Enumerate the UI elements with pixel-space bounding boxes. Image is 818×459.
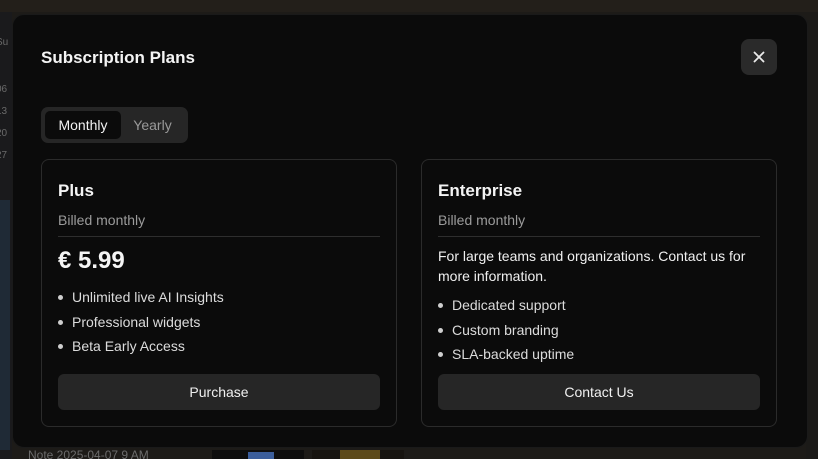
- bullet-icon: [438, 352, 443, 357]
- feature-list: Dedicated support Custom branding SLA-ba…: [438, 295, 574, 369]
- feature-item: Unlimited live AI Insights: [58, 287, 224, 312]
- feature-item: SLA-backed uptime: [438, 344, 574, 369]
- background-date: 20: [0, 128, 8, 139]
- close-button[interactable]: [741, 39, 777, 75]
- background-note-title: Note 2025-04-07 9 AM: [28, 448, 149, 459]
- bullet-icon: [58, 295, 63, 300]
- plan-billing-period: Billed monthly: [438, 212, 526, 228]
- feature-text: Custom branding: [452, 321, 559, 338]
- feature-item: Dedicated support: [438, 295, 574, 320]
- plan-card-enterprise: Enterprise Billed monthly For large team…: [421, 159, 777, 427]
- subscription-plans-modal: Subscription Plans Monthly Yearly Plus B…: [12, 14, 808, 448]
- feature-item: Beta Early Access: [58, 336, 224, 361]
- divider: [438, 236, 760, 237]
- toggle-yearly[interactable]: Yearly: [121, 111, 184, 139]
- background-date: 13: [0, 106, 8, 117]
- feature-text: Professional widgets: [72, 313, 201, 330]
- feature-text: Unlimited live AI Insights: [72, 289, 224, 305]
- feature-list: Unlimited live AI Insights Professional …: [58, 287, 224, 361]
- plan-price: € 5.99: [58, 247, 125, 274]
- feature-text: Dedicated support: [452, 297, 566, 313]
- plan-billing-period: Billed monthly: [58, 212, 146, 228]
- background-thumbnail-accent: [340, 450, 380, 459]
- plan-name: Plus: [58, 181, 94, 200]
- close-icon: [753, 51, 765, 63]
- feature-text: SLA-backed uptime: [452, 346, 575, 362]
- purchase-button[interactable]: Purchase: [58, 374, 380, 410]
- bullet-icon: [58, 319, 63, 325]
- divider: [58, 236, 380, 237]
- background-date: 27: [0, 150, 8, 161]
- background-date: 06: [0, 84, 8, 95]
- plan-description: For large teams and organizations. Conta…: [438, 248, 746, 284]
- feature-item: Professional widgets: [58, 312, 224, 337]
- feature-text: Beta Early Access: [72, 338, 185, 354]
- billing-period-toggle: Monthly Yearly: [41, 107, 188, 143]
- modal-title: Subscription Plans: [41, 48, 195, 67]
- background-top-bar: [0, 0, 818, 12]
- background-day-label: Su: [0, 37, 9, 48]
- background-thumbnail: [212, 450, 304, 459]
- plan-name: Enterprise: [438, 181, 523, 200]
- bullet-icon: [438, 303, 443, 308]
- bullet-icon: [438, 327, 443, 333]
- contact-us-button[interactable]: Contact Us: [438, 374, 760, 410]
- plan-card-plus: Plus Billed monthly € 5.99 Unlimited liv…: [41, 159, 397, 427]
- background-panel: [0, 200, 10, 450]
- feature-item: Custom branding: [438, 320, 574, 345]
- bullet-icon: [58, 344, 63, 349]
- toggle-monthly[interactable]: Monthly: [45, 111, 121, 139]
